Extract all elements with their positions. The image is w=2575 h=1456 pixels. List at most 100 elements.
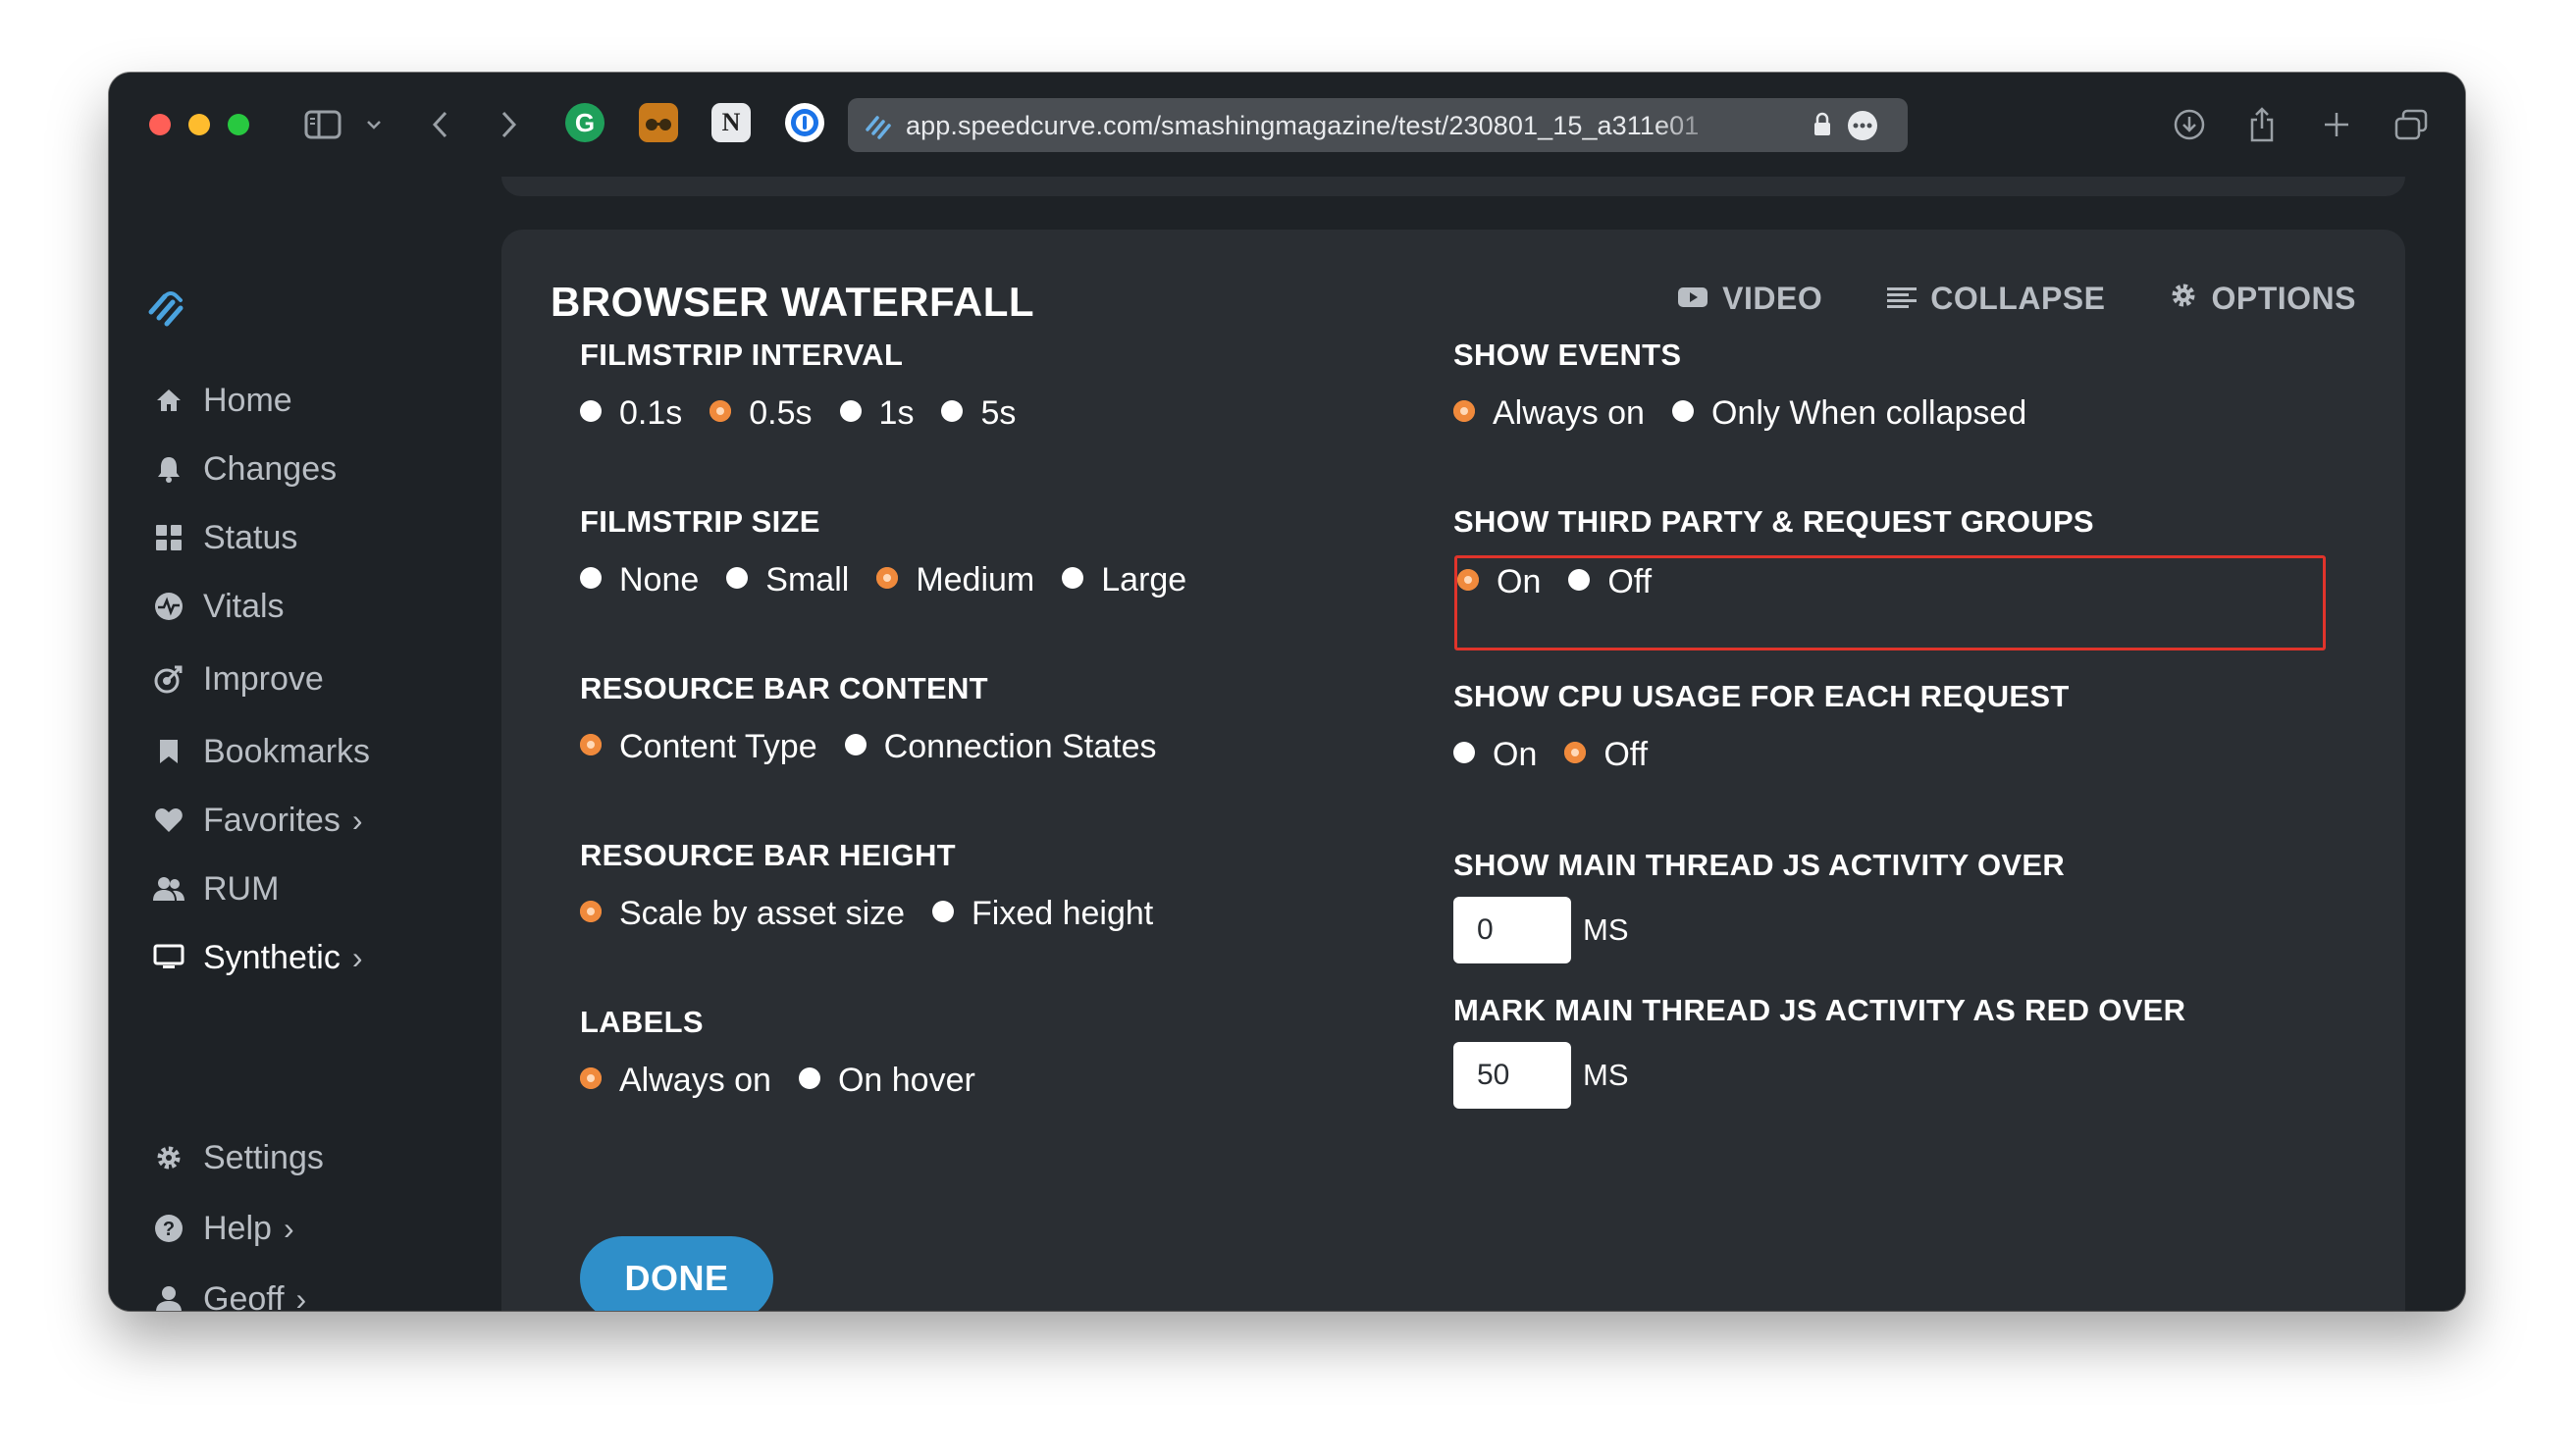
radio-button[interactable] [932,900,955,922]
grid-icon [152,521,185,554]
radio-option[interactable]: Always on [580,1062,771,1100]
close-window-button[interactable] [149,114,171,135]
radio-label: Connection States [883,728,1157,765]
radio-option[interactable]: Medium [876,561,1034,599]
radio-option[interactable]: Scale by asset size [580,895,905,933]
pulse-icon [152,590,185,623]
sidebar-item-label: Status [203,518,298,556]
radio-button[interactable] [798,1066,820,1089]
gear-icon [152,1141,185,1174]
sidebar-item-label: Vitals [203,587,285,625]
radio-option[interactable]: 0.1s [580,394,682,433]
sidebar-item-favorites[interactable]: Favorites › [152,799,362,842]
zoom-window-button[interactable] [228,114,249,135]
radio-group: None Small Medium Large [580,561,1214,599]
radio-button-selected[interactable] [876,566,899,589]
sidebar-item-help[interactable]: ? Help › [152,1207,294,1250]
radio-button[interactable] [844,733,867,755]
radio-option[interactable]: Only When collapsed [1671,394,2026,433]
sidebar-item-account[interactable]: Geoff › [152,1277,306,1311]
radio-button-selected[interactable] [580,900,602,922]
radio-option[interactable]: Small [726,561,849,599]
download-icon[interactable] [2170,104,2209,145]
radio-button[interactable] [1062,566,1084,589]
radio-group: On Off [1453,736,2070,774]
radio-button-selected[interactable] [709,399,732,422]
radio-button-selected[interactable] [580,733,602,755]
tab-overview-icon[interactable] [2390,104,2433,145]
radio-option[interactable]: Connection States [844,728,1157,766]
video-button[interactable]: VIDEO [1677,281,1822,317]
cpu-usage-group: SHOW CPU USAGE FOR EACH REQUEST On Off [1453,679,2070,774]
main-thread-ms-input[interactable]: 0 [1453,897,1571,963]
radio-option[interactable]: On [1453,736,1537,774]
radio-option[interactable]: Fixed height [932,895,1153,933]
glasses-extension-icon[interactable] [639,103,678,142]
url-text[interactable]: app.speedcurve.com/smashingmagazine/test… [906,111,1710,141]
radio-group: Scale by asset size Fixed height [580,895,1181,933]
browser-toolbar: G N app.speedcurve.com/smashingmagazine/… [109,73,2465,177]
sidebar-item-home[interactable]: Home [152,379,292,422]
highlight-annotation-box [1454,555,2326,650]
address-bar[interactable]: app.speedcurve.com/smashingmagazine/test… [848,98,1908,152]
password-manager-extension-icon[interactable] [785,103,824,142]
minimize-window-button[interactable] [188,114,210,135]
mark-red-ms-input[interactable]: 50 [1453,1042,1571,1109]
radio-option[interactable]: Large [1062,561,1186,599]
sidebar-item-bookmarks[interactable]: Bookmarks [152,730,370,773]
sidebar-item-status[interactable]: Status [152,516,297,559]
notion-extension-icon[interactable]: N [711,103,751,142]
share-icon[interactable] [2242,104,2282,145]
sidebar-item-synthetic[interactable]: Synthetic › [152,936,363,979]
radio-button[interactable] [1671,399,1694,422]
sidebar-item-settings[interactable]: Settings [152,1136,324,1179]
radio-option[interactable]: 1s [839,394,915,433]
radio-button-selected[interactable] [1564,741,1587,763]
new-tab-icon[interactable] [2317,104,2356,145]
radio-button[interactable] [580,399,602,422]
home-icon [152,384,185,417]
lock-icon [1813,112,1832,142]
back-icon[interactable] [425,104,454,145]
video-label: VIDEO [1722,281,1823,316]
radio-button-selected[interactable] [580,1066,602,1089]
radio-button[interactable] [839,399,862,422]
sidebar-item-label: RUM [203,869,280,908]
sidebar-item-improve[interactable]: Improve [152,657,324,701]
radio-label: Scale by asset size [619,895,906,932]
sidebar-item-vitals[interactable]: Vitals [152,585,285,628]
panel-title: BROWSER WATERFALL [551,279,1035,325]
radio-button[interactable] [726,566,749,589]
radio-option[interactable]: Content Type [580,728,817,766]
radio-label: 1s [878,394,915,432]
resource-bar-height-group: RESOURCE BAR HEIGHT Scale by asset size … [580,838,1181,933]
radio-option[interactable]: On hover [798,1062,975,1100]
radio-option[interactable]: None [580,561,699,599]
help-icon: ? [152,1212,185,1245]
radio-group: 0.1s 0.5s 1s 5s [580,394,1043,433]
radio-option[interactable]: Off [1564,736,1648,774]
sidebar-item-changes[interactable]: Changes [152,447,337,491]
sidebar-toggle-icon[interactable] [301,104,344,145]
radio-button-selected[interactable] [1453,399,1475,422]
forward-icon[interactable] [495,104,524,145]
collapse-button[interactable]: COLLAPSE [1887,281,2105,317]
radio-option[interactable]: 0.5s [709,394,813,433]
speedcurve-logo-icon[interactable] [147,286,190,335]
grammarly-extension-icon[interactable]: G [565,103,604,142]
list-icon [1887,281,1930,317]
radio-label: On hover [837,1062,975,1099]
done-button[interactable]: DONE [580,1236,773,1311]
sidebar-item-rum[interactable]: RUM [152,867,279,910]
radio-option[interactable]: 5s [941,394,1016,433]
radio-button[interactable] [580,566,602,589]
radio-button[interactable] [1453,741,1475,763]
chevron-down-icon[interactable] [362,104,386,145]
options-button[interactable]: OPTIONS [2170,281,2356,317]
radio-label: 0.1s [619,394,683,432]
radio-button[interactable] [941,399,964,422]
filmstrip-size-label: FILMSTRIP SIZE [580,504,820,539]
radio-option[interactable]: Always on [1453,394,1645,433]
more-options-icon[interactable] [1847,110,1878,146]
video-icon [1677,281,1722,317]
